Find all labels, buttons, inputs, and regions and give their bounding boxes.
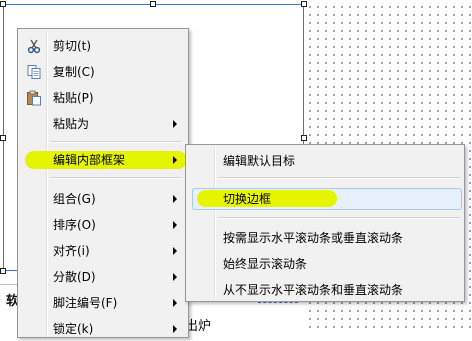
- submenu-item-scrollbars-as-needed[interactable]: 按需显示水平滚动条或垂直滚动条: [188, 226, 462, 250]
- submenu-arrow-icon: [173, 195, 177, 203]
- scissors-icon: [26, 38, 42, 54]
- document-link-underline: [258, 302, 298, 304]
- submenu-item-edit-default-target[interactable]: 编辑默认目标: [188, 149, 462, 173]
- menu-item-label: 对齐(i): [53, 244, 90, 258]
- resize-handle-bottom-left[interactable]: [0, 268, 6, 274]
- submenu-item-label: 按需显示水平滚动条或垂直滚动条: [223, 231, 404, 245]
- submenu-item-label: 切换边框: [223, 192, 272, 206]
- edit-inner-frame-submenu: 编辑默认目标 切换边框 按需显示水平滚动条或垂直滚动条 始终显示滚动条 从不显示…: [185, 144, 465, 302]
- submenu-item-label: 从不显示水平滚动条和垂直滚动条: [223, 283, 404, 297]
- submenu-item-toggle-border[interactable]: 切换边框: [188, 187, 462, 211]
- context-menu: 剪切(t) 复制(C) 粘贴(P) 粘贴为 编辑内部框架 组合(G) 排序(O)…: [17, 28, 189, 338]
- submenu-item-always-show-scrollbars[interactable]: 始终显示滚动条: [188, 252, 462, 276]
- submenu-arrow-icon: [173, 120, 177, 128]
- menu-item-label: 复制(C): [53, 65, 95, 79]
- menu-item-lock[interactable]: 锁定(k): [20, 317, 187, 341]
- menu-item-footnote-numbering[interactable]: 脚注编号(F): [20, 291, 187, 315]
- menu-item-copy[interactable]: 复制(C): [20, 60, 187, 84]
- menu-item-distribute[interactable]: 分散(D): [20, 265, 187, 289]
- copy-icon: [26, 64, 42, 80]
- menu-item-label: 分散(D): [53, 270, 96, 284]
- menu-item-paste[interactable]: 粘贴(P): [20, 86, 187, 110]
- paste-icon: [26, 90, 42, 106]
- submenu-item-label: 编辑默认目标: [223, 154, 296, 168]
- menu-item-paste-as[interactable]: 粘贴为: [20, 112, 187, 136]
- resize-handle-top-right[interactable]: [301, 1, 307, 7]
- resize-handle-top-left[interactable]: [0, 1, 6, 7]
- menu-item-label: 粘贴(P): [53, 91, 94, 105]
- menu-item-cut[interactable]: 剪切(t): [20, 34, 187, 58]
- menu-item-label: 组合(G): [53, 192, 96, 206]
- menu-item-label: 锁定(k): [53, 322, 94, 336]
- submenu-arrow-icon: [173, 273, 177, 281]
- menu-separator: [50, 141, 182, 143]
- menu-item-label: 粘贴为: [53, 117, 90, 131]
- resize-handle-middle-right[interactable]: [301, 135, 307, 141]
- menu-item-order[interactable]: 排序(O): [20, 213, 187, 237]
- submenu-separator: [218, 217, 460, 219]
- menu-item-group[interactable]: 组合(G): [20, 187, 187, 211]
- submenu-separator: [218, 177, 460, 179]
- menu-item-label: 脚注编号(F): [53, 296, 118, 310]
- submenu-item-never-show-scrollbars[interactable]: 从不显示水平滚动条和垂直滚动条: [188, 278, 462, 302]
- menu-separator: [50, 177, 182, 179]
- submenu-arrow-icon: [173, 156, 177, 164]
- submenu-arrow-icon: [173, 247, 177, 255]
- submenu-arrow-icon: [173, 299, 177, 307]
- resize-handle-top-middle[interactable]: [150, 1, 156, 7]
- submenu-item-label: 始终显示滚动条: [223, 257, 308, 271]
- submenu-arrow-icon: [173, 221, 177, 229]
- menu-item-label: 排序(O): [53, 218, 96, 232]
- resize-handle-middle-left[interactable]: [0, 135, 6, 141]
- menu-item-align[interactable]: 对齐(i): [20, 239, 187, 263]
- menu-item-label: 剪切(t): [53, 39, 92, 53]
- menu-item-label: 编辑内部框架: [53, 153, 126, 167]
- menu-item-edit-inner-frame[interactable]: 编辑内部框架: [20, 148, 187, 172]
